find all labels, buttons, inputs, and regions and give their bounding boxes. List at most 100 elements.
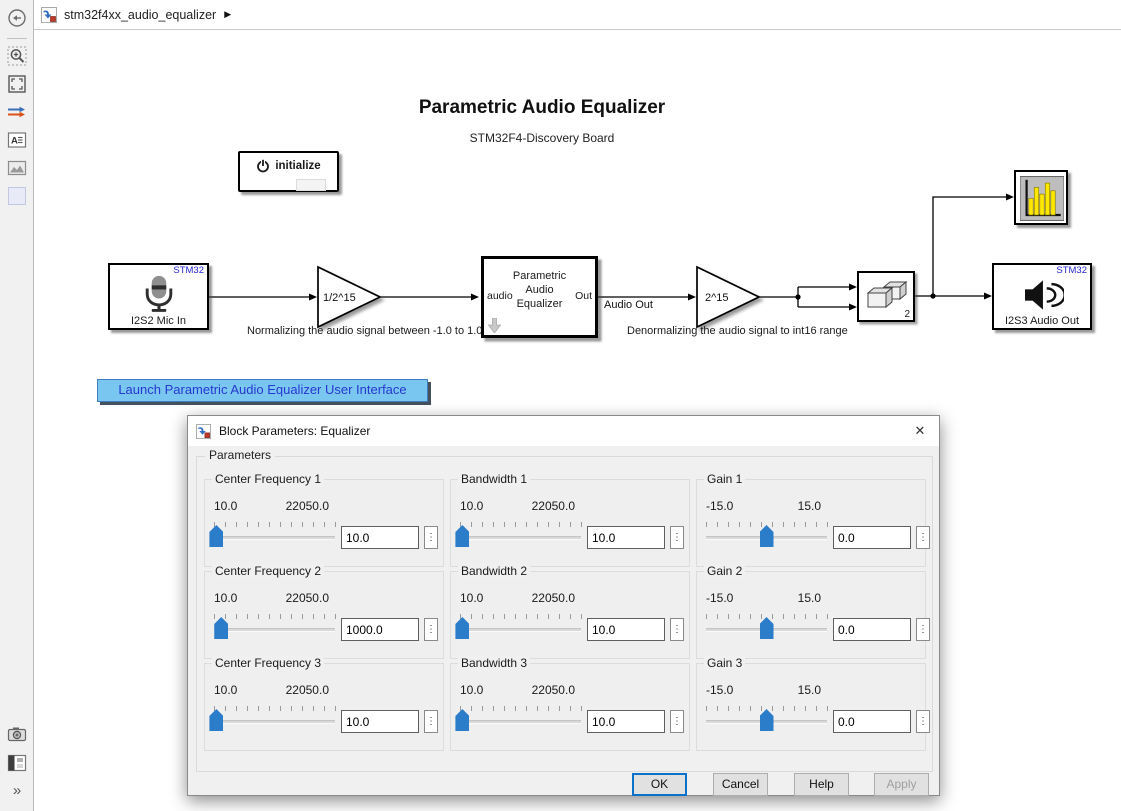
slider-max-label: 15.0 (737, 591, 821, 605)
param-value-input[interactable] (587, 526, 665, 549)
slider-ticks (214, 706, 336, 711)
slider-thumb[interactable] (209, 525, 223, 547)
i2s2-mic-in-block[interactable]: STM32 I2S2 Mic In (108, 263, 209, 330)
spinner-button[interactable]: ⋮ (670, 710, 684, 733)
slider-track[interactable] (460, 720, 581, 724)
spinner-button[interactable]: ⋮ (670, 618, 684, 641)
slider-thumb[interactable] (760, 617, 774, 639)
parameters-groupbox-label: Parameters (205, 448, 275, 462)
spectrum-scope-block[interactable] (1014, 170, 1068, 225)
spinner-button[interactable]: ⋮ (916, 526, 930, 549)
param-group: Bandwidth 3 10.0 22050.0 ⋮ (450, 663, 690, 751)
concatenate-count-label: 2 (904, 309, 910, 320)
slider-min-label: 10.0 (214, 591, 237, 605)
slider-thumb[interactable] (214, 617, 228, 639)
spinner-button[interactable]: ⋮ (916, 710, 930, 733)
audio-out-stm32-tag: STM32 (1056, 265, 1087, 276)
gain-denormalize-label: 2^15 (705, 292, 729, 304)
microphone-icon (142, 274, 176, 314)
help-button[interactable]: Help (794, 773, 849, 796)
slider-thumb[interactable] (455, 525, 469, 547)
slider-min-label: 10.0 (214, 499, 237, 513)
concatenate-cubes-icon (864, 278, 908, 312)
slider-thumb[interactable] (455, 709, 469, 731)
svg-text:A: A (11, 136, 18, 147)
slider-max-label: 22050.0 (491, 499, 575, 513)
param-value-input[interactable] (833, 618, 911, 641)
slider-track[interactable] (214, 628, 335, 632)
slider-thumb[interactable] (760, 709, 774, 731)
param-grid: Center Frequency 1 10.0 22050.0 ⋮ Bandwi… (204, 479, 926, 751)
model-browser-button[interactable] (6, 752, 28, 774)
ok-button[interactable]: OK (632, 773, 687, 796)
chevrons-right-icon: » (13, 782, 21, 799)
param-group: Gain 3 -15.0 15.0 ⋮ (696, 663, 926, 751)
param-value-input[interactable] (833, 526, 911, 549)
breadcrumb-model-name[interactable]: stm32f4xx_audio_equalizer (64, 8, 216, 22)
gain-normalize-label: 1/2^15 (323, 292, 356, 304)
toolbar-divider (7, 38, 27, 39)
screenshot-button[interactable] (6, 723, 28, 745)
annotation-denormalize: Denormalizing the audio signal to int16 … (627, 325, 848, 337)
slider-thumb[interactable] (455, 617, 469, 639)
fit-to-view-icon (7, 74, 27, 94)
spinner-button[interactable]: ⋮ (670, 526, 684, 549)
equalizer-block[interactable]: audio Out Parametric Audio Equalizer (481, 256, 598, 338)
param-value-input[interactable] (833, 710, 911, 733)
initialize-block[interactable]: initialize (238, 151, 339, 192)
zoom-in-button[interactable] (6, 45, 28, 67)
mic-block-label: I2S2 Mic In (110, 315, 207, 327)
param-value-input[interactable] (587, 710, 665, 733)
spinner-button[interactable]: ⋮ (424, 526, 438, 549)
param-group-label: Center Frequency 1 (212, 472, 324, 486)
slider-track[interactable] (460, 628, 581, 632)
param-value-input[interactable] (341, 710, 419, 733)
slider-max-label: 22050.0 (491, 591, 575, 605)
slider-min-label: -15.0 (706, 683, 733, 697)
spinner-button[interactable]: ⋮ (424, 710, 438, 733)
param-value-input[interactable] (587, 618, 665, 641)
param-group-label: Bandwidth 3 (458, 656, 530, 670)
slider-thumb[interactable] (760, 525, 774, 547)
back-button[interactable] (6, 7, 28, 29)
cancel-button[interactable]: Cancel (713, 773, 768, 796)
param-group: Bandwidth 1 10.0 22050.0 ⋮ (450, 479, 690, 567)
expand-toolbar-button[interactable]: » (6, 779, 28, 801)
slider-min-label: 10.0 (214, 683, 237, 697)
slider-track[interactable] (460, 536, 581, 540)
dialog-titlebar[interactable]: Block Parameters: Equalizer ✕ (188, 416, 939, 446)
vector-concatenate-block[interactable]: 2 (857, 271, 915, 322)
slider-ticks (214, 522, 336, 527)
signal-routing-button[interactable] (6, 101, 28, 123)
slider-track[interactable] (214, 720, 335, 724)
dialog-close-button[interactable]: ✕ (909, 420, 931, 442)
breadcrumb-bar: stm32f4xx_audio_equalizer ▶ (34, 0, 1121, 30)
i2s3-audio-out-block[interactable]: STM32 I2S3 Audio Out (992, 263, 1092, 330)
annotation-button[interactable]: A (6, 129, 28, 151)
param-group: Center Frequency 1 10.0 22050.0 ⋮ (204, 479, 444, 567)
mic-stm32-tag: STM32 (173, 265, 204, 276)
spinner-button[interactable]: ⋮ (916, 618, 930, 641)
area-icon (8, 187, 26, 205)
left-toolbar: A » (0, 0, 34, 811)
param-value-input[interactable] (341, 526, 419, 549)
breadcrumb-arrow-icon[interactable]: ▶ (224, 9, 231, 20)
spinner-button[interactable]: ⋮ (424, 618, 438, 641)
param-value-input[interactable] (341, 618, 419, 641)
slider-thumb[interactable] (209, 709, 223, 731)
apply-button[interactable]: Apply (874, 773, 929, 796)
image-button[interactable] (6, 157, 28, 179)
dialog-simulink-icon (196, 424, 211, 439)
slider-track[interactable] (214, 536, 335, 540)
initialize-state-box (296, 179, 326, 191)
audio-out-block-label: I2S3 Audio Out (994, 315, 1090, 327)
slider-min-label: -15.0 (706, 499, 733, 513)
area-button[interactable] (6, 185, 28, 207)
param-group: Bandwidth 2 10.0 22050.0 ⋮ (450, 571, 690, 659)
power-icon (256, 159, 270, 173)
param-group: Gain 1 -15.0 15.0 ⋮ (696, 479, 926, 567)
initialize-label: initialize (275, 160, 320, 172)
back-icon (7, 8, 27, 28)
launch-equalizer-ui-link[interactable]: Launch Parametric Audio Equalizer User I… (97, 379, 428, 402)
fit-to-view-button[interactable] (6, 73, 28, 95)
